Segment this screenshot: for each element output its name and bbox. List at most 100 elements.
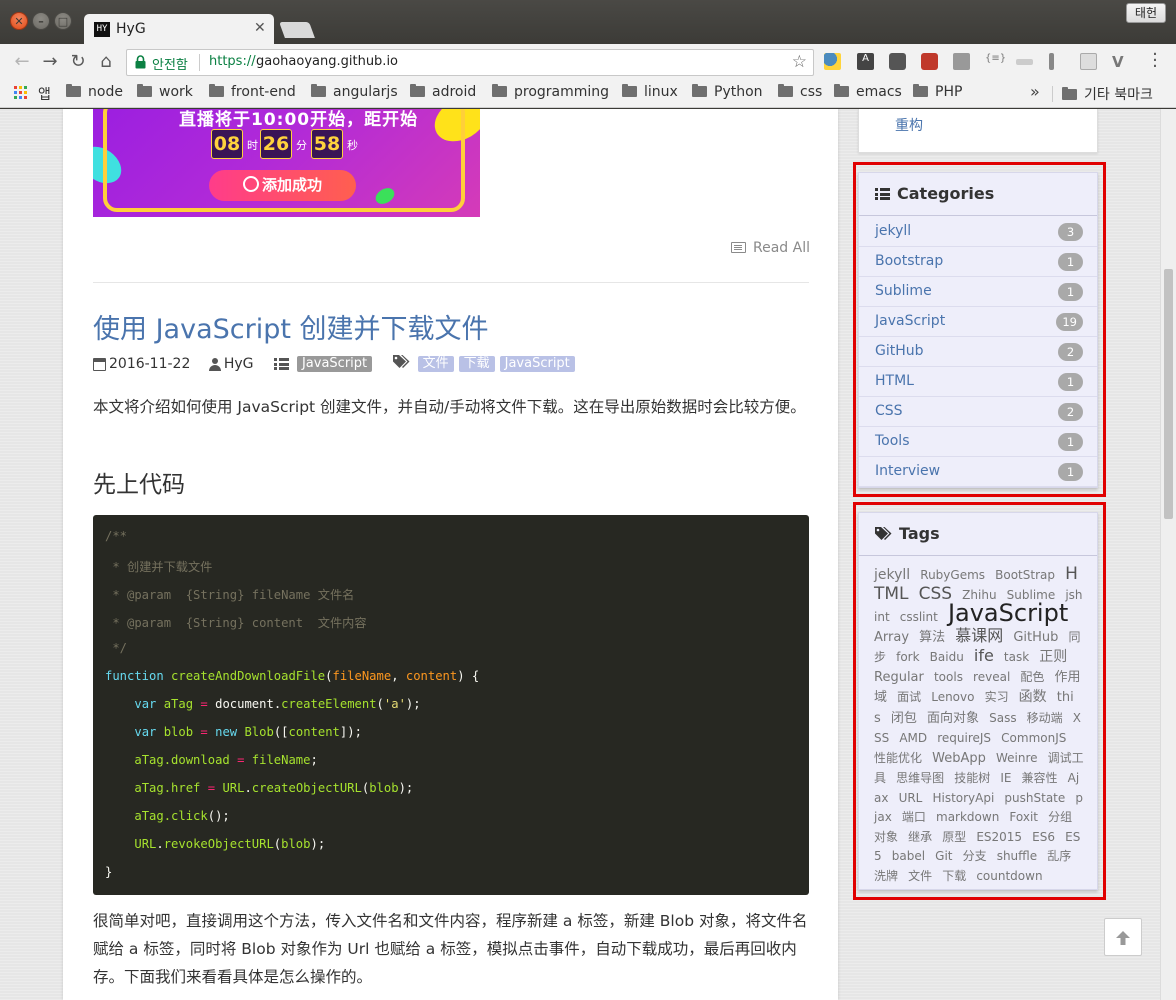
bookmark-folder[interactable]: angularjs: [311, 84, 398, 104]
promo-banner[interactable]: 直播将于10:00开始，距开始 08 时 26 分 58 秒 添加成功: [93, 109, 480, 217]
code-line: URL.revokeObjectURL(blob);: [134, 837, 326, 851]
keep-extension-icon[interactable]: [889, 53, 906, 70]
profile-button[interactable]: 태헌: [1125, 3, 1166, 23]
bookmark-folder[interactable]: Python: [692, 84, 763, 104]
folder-icon: [311, 84, 326, 97]
forward-icon[interactable]: →: [40, 51, 60, 73]
post-tag-label[interactable]: 下载: [458, 356, 495, 372]
read-all-link[interactable]: Read All: [731, 240, 810, 256]
window-maximize-button[interactable]: □: [54, 12, 72, 30]
bookmark-folder[interactable]: front-end: [209, 84, 296, 104]
browser-tab[interactable]: HY HyG ✕: [84, 14, 274, 44]
bookmark-label: work: [159, 84, 193, 100]
bookmark-label: 기타 북마크: [1084, 87, 1153, 103]
bookmark-apps[interactable]: 앱: [38, 84, 51, 104]
folder-icon: [834, 84, 849, 97]
tab-title: HyG: [116, 21, 146, 37]
url-host: gaohaoyang.github.io: [256, 54, 399, 69]
add-reminder-label: 添加成功: [261, 176, 322, 194]
bookmark-extension-icon[interactable]: [1049, 53, 1054, 70]
menu-icon[interactable]: · · ·: [1150, 46, 1160, 76]
folder-icon: [778, 84, 793, 97]
window-minimize-button[interactable]: –: [32, 12, 50, 30]
bookmark-folder[interactable]: node: [66, 84, 123, 104]
code-line: var aTag = document.createElement('a');: [134, 697, 421, 711]
main-content: 直播将于10:00开始，距开始 08 时 26 分 58 秒 添加成功 Read…: [63, 109, 838, 1000]
bookmark-folder[interactable]: emacs: [834, 84, 902, 104]
reload-icon[interactable]: ↻: [68, 51, 88, 73]
code-line: * 创建并下载文件: [105, 560, 213, 574]
folder-icon: [137, 84, 152, 97]
bookmark-label: emacs: [856, 84, 902, 100]
countdown-seconds: 58: [311, 129, 343, 159]
scrollbar-thumb[interactable]: [1164, 269, 1173, 519]
python-extension-icon[interactable]: [824, 53, 841, 70]
window-extension-icon[interactable]: [1080, 53, 1097, 70]
window-close-button[interactable]: ✕: [10, 12, 28, 30]
countdown-unit: 秒: [347, 139, 358, 152]
bookmark-folder[interactable]: PHP: [913, 84, 962, 104]
post-tag-label[interactable]: JavaScript: [499, 356, 575, 372]
countdown-minutes: 26: [260, 129, 292, 159]
text-extension-icon[interactable]: [953, 53, 970, 70]
post-body-paragraph: 很简单对吧，直接调用这个方法，传入文件名和文件内容，程序新建 a 标签，新建 B…: [93, 912, 808, 986]
bookmark-folder[interactable]: adroid: [410, 84, 476, 104]
user-icon: [208, 357, 221, 371]
address-separator: [199, 54, 200, 71]
folder-icon: [913, 84, 928, 97]
back-to-top-button[interactable]: [1104, 918, 1142, 956]
home-icon[interactable]: ⌂: [96, 51, 116, 73]
translate-extension-icon[interactable]: A: [857, 53, 874, 70]
lock-icon: [135, 55, 146, 69]
code-line: aTag.click();: [134, 809, 230, 823]
folder-icon: [692, 84, 707, 97]
post-title[interactable]: 使用 JavaScript 创建并下载文件: [93, 307, 489, 346]
bookmarks-overflow-button[interactable]: »: [1030, 82, 1040, 101]
code-line: aTag.href = URL.createObjectURL(blob);: [134, 781, 414, 795]
new-tab-button[interactable]: [279, 22, 315, 38]
section-heading: 先上代码: [93, 472, 185, 498]
code-line: * @param {String} fileName 文件名: [105, 588, 355, 602]
extension-icon[interactable]: [921, 53, 938, 70]
post-category-label[interactable]: JavaScript: [296, 356, 373, 372]
tags-icon: [392, 355, 410, 368]
bookmark-folder[interactable]: linux: [622, 84, 678, 104]
newspaper-icon: [731, 242, 747, 253]
toc-link[interactable]: 重构: [895, 115, 923, 135]
highlight-box: [853, 502, 1106, 900]
add-reminder-button[interactable]: 添加成功: [209, 170, 356, 201]
calendar-icon: [93, 357, 106, 371]
divider: [93, 282, 809, 283]
apps-icon[interactable]: [14, 86, 28, 100]
back-icon[interactable]: ←: [12, 51, 32, 73]
other-bookmarks-folder[interactable]: 기타 북마크: [1062, 84, 1153, 104]
folder-icon: [410, 84, 425, 97]
code-line: }: [105, 865, 113, 879]
ruler-extension-icon[interactable]: [1016, 59, 1033, 65]
vimium-extension-icon[interactable]: V: [1112, 53, 1129, 71]
page-scrollbar[interactable]: [1160, 109, 1176, 1000]
folder-icon: [1062, 87, 1077, 100]
bookmark-label: css: [800, 84, 823, 100]
code-line: * @param {String} content 文件内容: [105, 616, 367, 630]
json-extension-icon[interactable]: {≡}: [985, 53, 1006, 70]
folder-icon: [209, 84, 224, 97]
bookmarks-separator: [1052, 86, 1053, 102]
tab-close-icon[interactable]: ✕: [254, 20, 266, 36]
url-scheme: https://: [209, 54, 256, 69]
clock-icon: [242, 176, 259, 192]
folder-icon: [492, 84, 507, 97]
bookmark-folder[interactable]: work: [137, 84, 193, 104]
arrow-up-icon: [1116, 931, 1130, 945]
post-tag-label[interactable]: 文件: [417, 356, 454, 372]
star-icon[interactable]: ☆: [792, 52, 807, 72]
bookmark-label: angularjs: [333, 84, 398, 100]
bookmark-folder[interactable]: css: [778, 84, 822, 104]
code-line: aTag.download = fileName;: [134, 753, 318, 767]
page-viewport: 直播将于10:00开始，距开始 08 时 26 分 58 秒 添加成功 Read…: [0, 109, 1160, 1000]
folder-icon: [66, 84, 81, 97]
bookmark-folder[interactable]: programming: [492, 84, 609, 104]
sidebar-toc-panel: 重构: [858, 109, 1098, 153]
address-bar[interactable]: 안전함 https:// gaohaoyang.github.io ☆: [126, 49, 814, 76]
browser-toolbar: ← → ↻ ⌂ 안전함 https:// gaohaoyang.github.i…: [0, 44, 1176, 80]
